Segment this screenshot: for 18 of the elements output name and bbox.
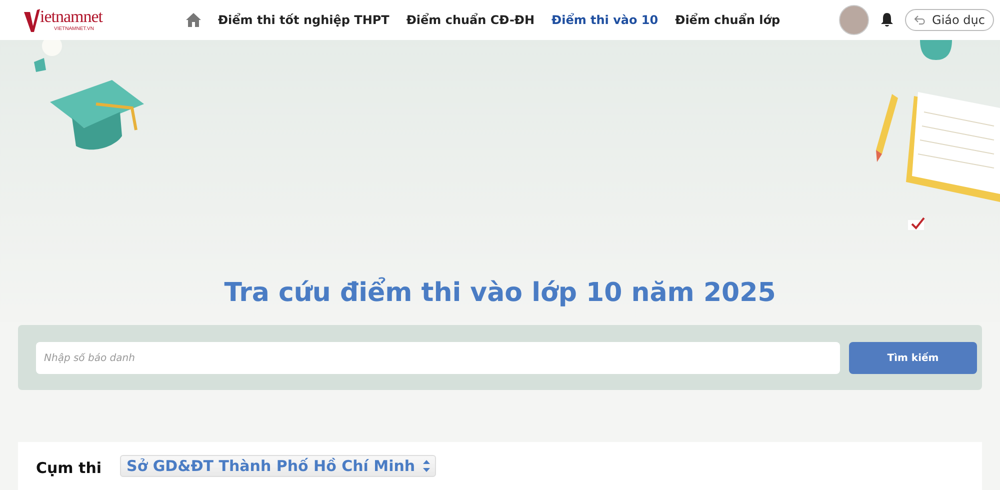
checkmark-drawing: [908, 216, 926, 230]
page-title: Tra cứu điểm thi vào lớp 10 năm 2025: [224, 278, 776, 308]
nav-link[interactable]: Điểm thi tốt nghiệp THPT: [218, 13, 390, 27]
logo-v-icon: [24, 8, 40, 32]
exam-cluster-select[interactable]: Sở GD&ĐT Thành Phố Hồ Chí Minh: [120, 455, 436, 477]
bell-icon[interactable]: [879, 12, 896, 28]
home-icon[interactable]: [186, 13, 201, 27]
cup-drawing: [918, 40, 954, 62]
nav-link[interactable]: Điểm chuẩn lớp: [675, 13, 780, 27]
nav-link[interactable]: Điểm thi vào 10: [552, 13, 658, 27]
nav-link[interactable]: Điểm chuẩn CĐ-ĐH: [406, 13, 535, 27]
filter-label: Cụm thi: [36, 459, 102, 477]
avatar[interactable]: [839, 5, 870, 35]
logo-text[interactable]: ietnamnet: [40, 8, 103, 26]
return-arrow-icon: [914, 15, 926, 25]
section-button[interactable]: Giáo dục: [905, 9, 994, 31]
search-button[interactable]: Tìm kiếm: [849, 342, 977, 374]
up-down-arrows-icon: [423, 460, 430, 472]
